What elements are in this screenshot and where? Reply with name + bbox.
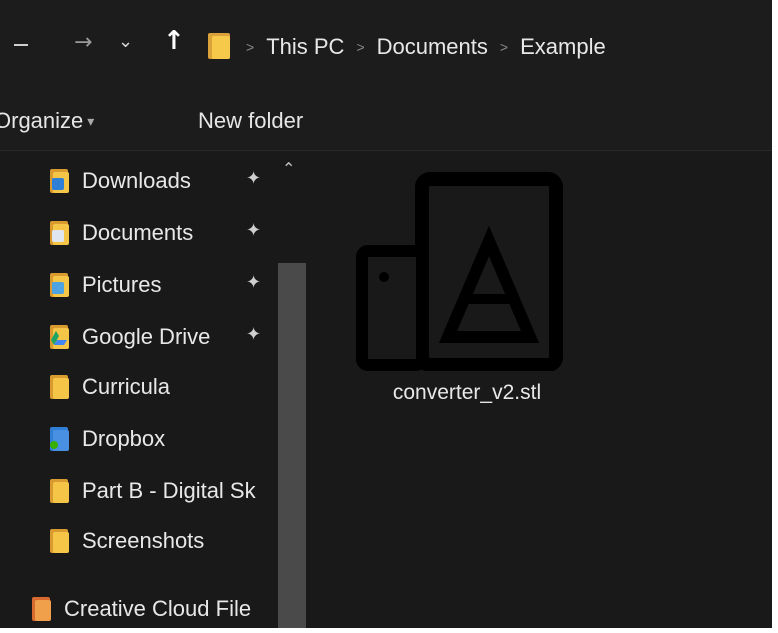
sidebar-item-screenshots[interactable]: Screenshots (50, 521, 290, 561)
breadcrumb-separator-icon[interactable]: > (356, 39, 364, 55)
folder-icon (50, 375, 70, 399)
sidebar-item-label: Curricula (82, 374, 171, 399)
documents-folder-icon (50, 221, 70, 245)
sidebar-item-label: Screenshots (82, 528, 205, 553)
caret-down-icon: ▾ (87, 113, 95, 129)
sidebar-item-dropbox[interactable]: Dropbox (50, 419, 290, 459)
stl-file-icon (356, 172, 563, 371)
sidebar-item-label: Documents (82, 220, 194, 245)
sidebar-item-pictures[interactable]: Pictures ✦ (50, 265, 290, 305)
breadcrumb-example[interactable]: Example (520, 34, 606, 60)
file-name: converter_v2.stl (392, 381, 542, 404)
downloads-folder-icon (50, 169, 70, 193)
new-folder-button[interactable]: New folder (198, 108, 303, 134)
sidebar-item-part-b[interactable]: Part B - Digital Sk (50, 471, 290, 511)
sidebar-item-label: Part B - Digital Sk (82, 478, 256, 503)
pin-icon[interactable]: ✦ (246, 324, 261, 345)
google-drive-icon (50, 325, 70, 349)
organize-button[interactable]: Organize ▾ (0, 108, 94, 134)
organize-label: Organize (0, 108, 84, 133)
breadcrumb: > This PC > Documents > Example (246, 34, 606, 60)
folder-icon (208, 33, 230, 59)
sidebar-item-label: Pictures (82, 272, 162, 297)
file-explorer-window: → ⌄ ↑ > This PC > Documents > Example Or… (0, 0, 772, 628)
pictures-folder-icon (50, 273, 70, 297)
chevron-down-icon[interactable]: ⌄ (118, 31, 133, 52)
dropbox-icon (50, 427, 70, 451)
file-item[interactable]: converter_v2.stl (352, 171, 582, 421)
sidebar-item-label: Creative Cloud File (64, 596, 252, 621)
sidebar-item-downloads[interactable]: Downloads ✦ (50, 161, 290, 201)
pin-icon[interactable]: ✦ (246, 168, 261, 189)
breadcrumb-separator-icon[interactable]: > (246, 39, 254, 55)
back-arrow-icon[interactable] (14, 44, 28, 46)
sidebar-item-label: Downloads (82, 168, 191, 193)
pin-icon[interactable]: ✦ (246, 272, 261, 293)
forward-arrow-icon[interactable]: → (74, 30, 92, 55)
address-bar: → ⌄ ↑ > This PC > Documents > Example (0, 0, 772, 94)
sidebar-item-label: Dropbox (82, 426, 166, 451)
pin-icon[interactable]: ✦ (246, 220, 261, 241)
sidebar-item-google-drive[interactable]: Google Drive ✦ (50, 317, 290, 357)
sidebar-item-label: Google Drive (82, 324, 211, 349)
breadcrumb-this-pc[interactable]: This PC (266, 34, 344, 60)
up-arrow-icon[interactable]: ↑ (163, 26, 185, 56)
folder-icon (50, 479, 70, 503)
sidebar-item-curricula[interactable]: Curricula (50, 367, 290, 407)
sidebar-item-documents[interactable]: Documents ✦ (50, 213, 290, 253)
navigation-pane: ⌃ Downloads ✦ Documents ✦ Pictures ✦ Goo… (0, 151, 310, 628)
sidebar-item-creative-cloud[interactable]: Creative Cloud File (32, 589, 272, 628)
window-edge (772, 0, 778, 633)
breadcrumb-separator-icon[interactable]: > (500, 39, 508, 55)
breadcrumb-documents[interactable]: Documents (377, 34, 488, 60)
file-list: converter_v2.stl (312, 151, 772, 628)
folder-icon (50, 529, 70, 553)
creative-cloud-folder-icon (32, 597, 52, 621)
command-bar: Organize ▾ New folder (0, 94, 772, 151)
